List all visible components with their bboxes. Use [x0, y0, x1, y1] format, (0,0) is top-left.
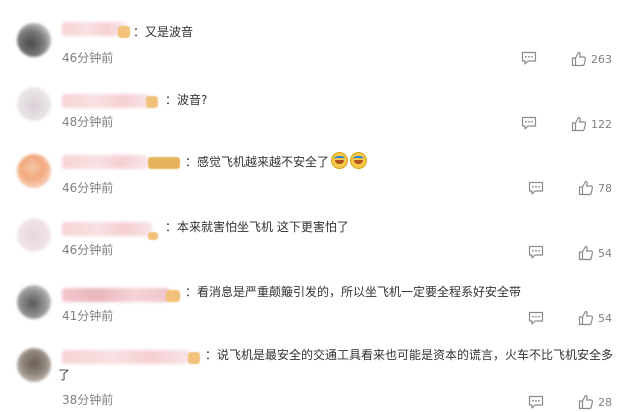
comment-list: ：又是波音 46分钟前 263 ：波音? 48分钟前 122 ：感觉飞机越来越不… [0, 0, 625, 412]
comment-item: ：又是波音 46分钟前 263 [0, 0, 625, 67]
user-badge [148, 232, 158, 240]
comment-time: 46分钟前 [62, 181, 114, 195]
like-count: 122 [591, 117, 612, 131]
username[interactable] [62, 155, 148, 169]
comment-time: 41分钟前 [62, 309, 114, 323]
like-count: 28 [598, 395, 612, 409]
thumbs-up-icon [571, 116, 587, 132]
user-badge [146, 96, 158, 108]
thumbs-up-icon [571, 51, 587, 67]
like-count: 54 [598, 311, 612, 325]
user-badge [118, 26, 130, 38]
thumbs-up-icon [578, 180, 594, 196]
thumbs-up-icon [578, 394, 594, 410]
comment-time: 48分钟前 [62, 115, 114, 129]
thumbs-up-icon [578, 310, 594, 326]
comment-text: ：说飞机是最安全的交通工具看来也可能是资本的谎言，火车不比飞机安全多了 [58, 348, 614, 382]
comment-time: 46分钟前 [62, 51, 114, 65]
comment-item: ：本来就害怕坐飞机 这下更害怕了 46分钟前 54 [0, 198, 625, 264]
comment-text-content: ：感觉飞机越来越不安全了 [185, 155, 330, 169]
reply-icon[interactable] [528, 181, 544, 195]
like-count: 78 [598, 181, 612, 195]
laughing-crying-emoji-icon [350, 152, 368, 169]
like-button[interactable]: 54 [578, 245, 612, 261]
avatar[interactable] [17, 23, 51, 57]
reply-icon[interactable] [521, 51, 537, 65]
comment-item: ：看消息是严重颠簸引发的，所以坐飞机一定要全程系好安全带 41分钟前 54 [0, 264, 625, 332]
comment-time: 46分钟前 [62, 243, 114, 257]
reply-icon[interactable] [521, 116, 537, 130]
user-badge [148, 157, 180, 169]
comment-text: ：波音? [165, 93, 208, 107]
like-button[interactable]: 28 [578, 394, 612, 410]
reply-icon[interactable] [528, 245, 544, 259]
avatar[interactable] [17, 348, 51, 382]
comment-text: ：感觉飞机越来越不安全了 [185, 152, 368, 172]
like-count: 54 [598, 246, 612, 260]
comment-item: ：波音? 48分钟前 122 [0, 66, 625, 132]
like-button[interactable]: 54 [578, 310, 612, 326]
avatar[interactable] [17, 154, 51, 188]
username[interactable] [62, 22, 126, 36]
avatar[interactable] [17, 218, 51, 252]
like-button[interactable]: 78 [578, 180, 612, 196]
comment-text: ：又是波音 [133, 25, 194, 39]
username[interactable] [62, 222, 152, 236]
reply-icon[interactable] [528, 311, 544, 325]
username[interactable] [62, 288, 170, 302]
comment-time: 38分钟前 [62, 393, 114, 407]
comment-text: ：本来就害怕坐飞机 这下更害怕了 [165, 220, 349, 234]
reply-icon[interactable] [528, 395, 544, 409]
like-button[interactable]: 122 [571, 116, 612, 132]
like-count: 263 [591, 52, 612, 66]
laughing-crying-emoji-icon [331, 152, 349, 169]
avatar[interactable] [17, 87, 51, 121]
like-button[interactable]: 263 [571, 51, 612, 67]
user-badge [166, 290, 180, 302]
thumbs-up-icon [578, 245, 594, 261]
avatar[interactable] [17, 285, 51, 319]
comment-item: ：说飞机是最安全的交通工具看来也可能是资本的谎言，火车不比飞机安全多了 38分钟… [0, 332, 625, 412]
comment-text: ：看消息是严重颠簸引发的，所以坐飞机一定要全程系好安全带 [185, 285, 522, 299]
username[interactable] [62, 94, 150, 108]
comment-item: ：感觉飞机越来越不安全了 46分钟前 78 [0, 132, 625, 198]
